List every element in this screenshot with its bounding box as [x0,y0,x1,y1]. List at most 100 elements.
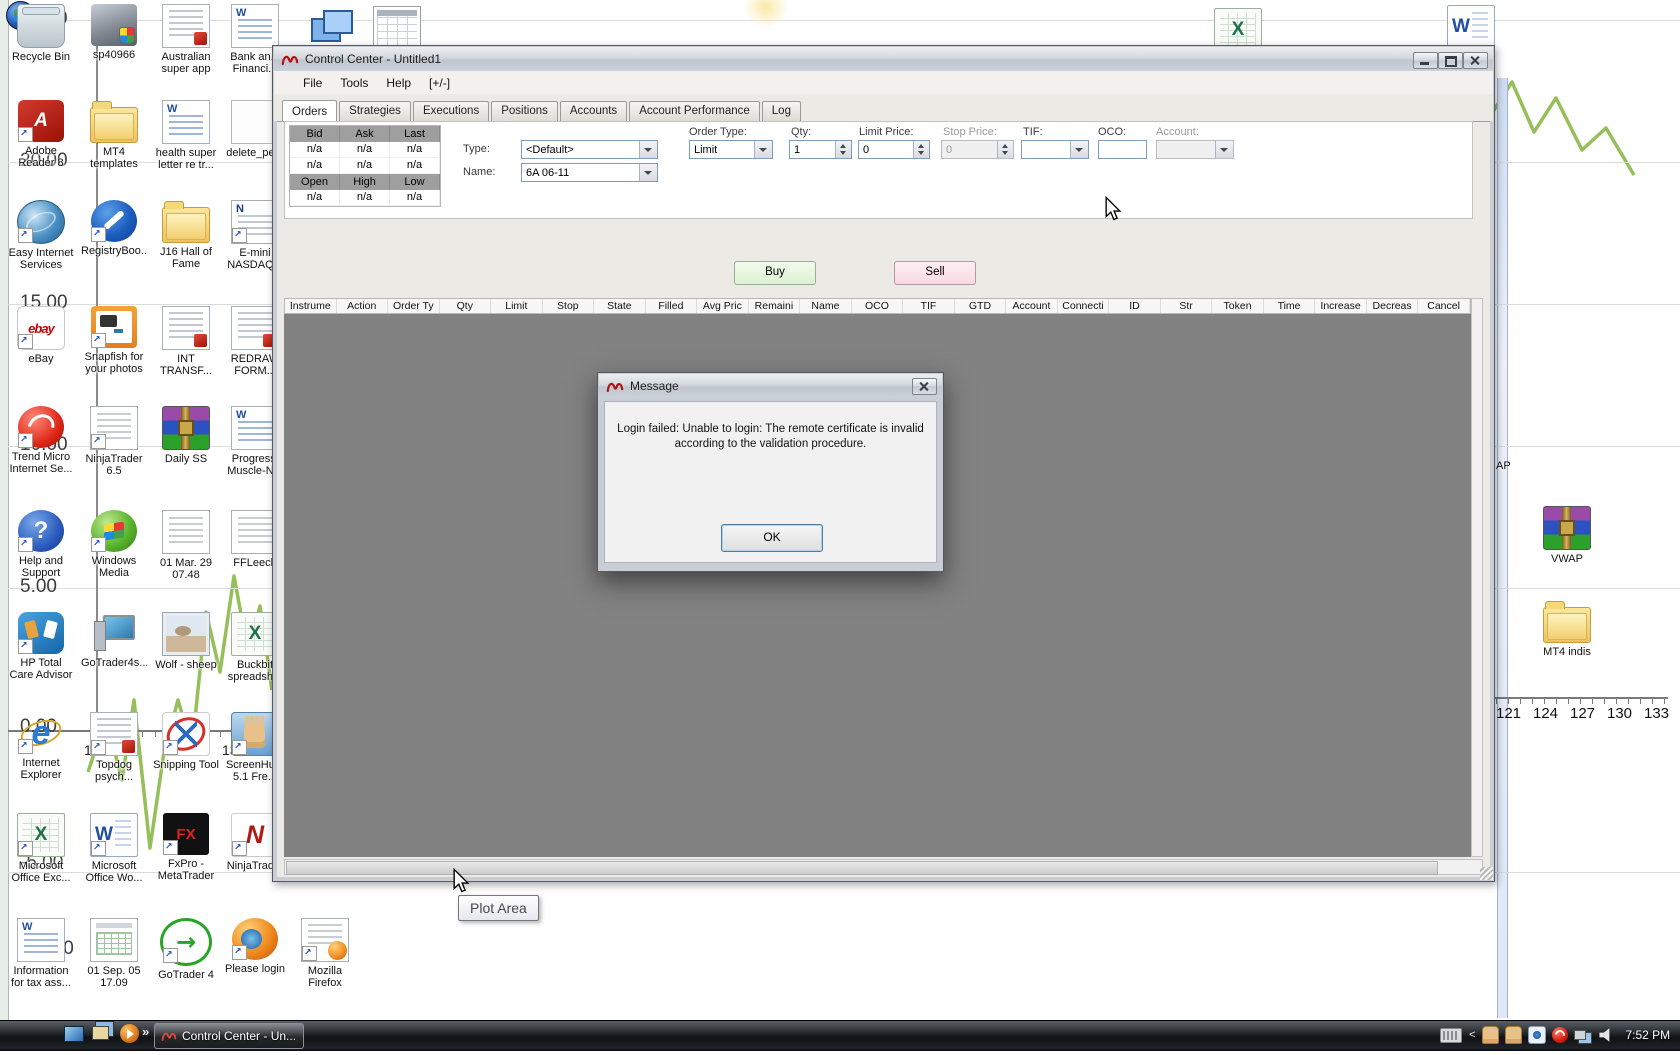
desktop-icon-01-mar-29-07-48[interactable]: 01 Mar. 29 07.48 [153,510,219,581]
column-header-remaini[interactable]: Remaini [749,299,801,313]
oco-input[interactable] [1098,140,1147,159]
column-header-connecti[interactable]: Connecti [1058,299,1110,313]
trend-micro-icon[interactable] [1552,1027,1569,1043]
tab-strategies[interactable]: Strategies [339,101,411,121]
spinner-arrows-icon[interactable] [913,141,929,158]
chevron-down-icon[interactable] [639,141,657,158]
overlapping-windows-icon[interactable] [298,8,364,50]
qty-stepper[interactable]: 1 [789,140,852,159]
spinner-arrows-icon[interactable] [835,141,851,158]
column-header-gtd[interactable]: GTD [955,299,1007,313]
desktop-icon-topdog-psych[interactable]: Topdog psych... [81,712,147,783]
column-header-filled[interactable]: Filled [646,299,698,313]
desktop-icon-vwap[interactable]: VWAP [1534,506,1600,565]
desktop-icon-gotrader4s[interactable]: GoTrader4s... [81,612,147,669]
desktop-icon-daily-ss[interactable]: Daily SS [153,406,219,465]
word-file-icon[interactable]: W [1438,5,1504,49]
tif-combo[interactable] [1021,140,1089,159]
column-header-stop[interactable]: Stop [543,299,595,313]
column-header-state[interactable]: State [594,299,646,313]
vertical-scrollbar[interactable] [1471,298,1483,857]
tab-orders[interactable]: Orders [282,100,338,122]
column-header-id[interactable]: ID [1109,299,1161,313]
chevron-down-icon[interactable] [1070,141,1088,158]
column-header-cancel[interactable]: Cancel [1418,299,1470,313]
desktop-icon-health-super-letter-re-tr[interactable]: Whealth super letter re tr... [153,100,219,171]
desktop-icon-mt4-templates[interactable]: MT4 templates [81,100,147,170]
column-header-decreas[interactable]: Decreas [1367,299,1419,313]
minimize-button[interactable] [1413,52,1438,69]
desktop-icon-recycle-bin[interactable]: Recycle Bin [8,4,74,63]
tab-executions[interactable]: Executions [412,101,490,121]
table-grid-icon[interactable] [364,6,430,50]
tab-positions[interactable]: Positions [491,101,558,121]
taskbar-button-control-center[interactable]: Control Center - Un... [154,1023,304,1049]
menu-[interactable]: [+/-] [420,73,459,93]
chevron-down-icon[interactable] [754,141,772,158]
desktop-icon-int-transf[interactable]: INT TRANSF... [153,306,219,377]
quicklaunch-overflow-chevron[interactable]: » [142,1024,149,1039]
desktop-icon-registryboo[interactable]: RegistryBoo... [81,200,147,257]
desktop-icon-fxpro-metatrader[interactable]: FX FxPro - MetaTrader [153,813,219,882]
dialog-close-button[interactable] [912,378,937,395]
column-header-tif[interactable]: TIF [903,299,955,313]
desktop-icon-windows-media-center[interactable]: Windows Media Center [81,510,147,580]
desktop-icon-easy-internet-services[interactable]: Easy Internet Services [8,200,74,271]
desktop-icon-01-sep-05-17-09[interactable]: 01 Sep. 05 17.09 [81,918,147,989]
type-combo[interactable]: <Default> [521,140,658,159]
menu-file[interactable]: File [294,73,331,93]
desktop-icon-please-login[interactable]: Please login [222,918,288,975]
window-switcher-icon[interactable] [92,1026,109,1040]
show-desktop-icon[interactable] [64,1026,84,1042]
keyboard-icon[interactable] [1440,1027,1462,1043]
network-icon[interactable] [1574,1028,1593,1043]
window-title-bar[interactable]: Control Center - Untitled1 [274,47,1493,71]
column-header-account[interactable]: Account [1006,299,1058,313]
maximize-button[interactable] [1438,52,1463,69]
clock[interactable]: 7:52 PM [1625,1028,1670,1042]
column-header-avg-pric[interactable]: Avg Pric [697,299,749,313]
photo-tool-icon[interactable] [1528,1026,1547,1044]
close-button[interactable] [1463,52,1488,69]
media-player-icon[interactable] [120,1024,139,1043]
desktop-icon-snapfish-for-your-photos[interactable]: Snapfish for your photos [81,306,147,375]
desktop-icon-wolf-sheep[interactable]: Wolf - sheep [153,612,219,671]
desktop-icon-microsoft-office-exc[interactable]: X Microsoft Office Exc... [8,813,74,884]
ok-button[interactable]: OK [721,524,823,552]
column-header-order-ty[interactable]: Order Ty [388,299,440,313]
column-header-time[interactable]: Time [1264,299,1316,313]
desktop-icon-ebay[interactable]: ebay eBay [8,306,74,365]
column-header-oco[interactable]: OCO [852,299,904,313]
sell-button[interactable]: Sell [894,261,976,285]
column-header-str[interactable]: Str [1161,299,1213,313]
tab-log[interactable]: Log [761,101,801,121]
tab-account-performance[interactable]: Account Performance [629,101,760,121]
hand-2-icon[interactable] [1505,1026,1523,1044]
desktop-icon-j16-hall-of-fame[interactable]: J16 Hall of Fame [153,200,219,270]
column-header-action[interactable]: Action [337,299,389,313]
menu-help[interactable]: Help [377,73,420,93]
chevron-down-icon[interactable] [639,164,657,181]
desktop-icon-gotrader-4[interactable]: → GoTrader 4 [153,918,219,981]
instrument-combo[interactable]: 6A 06-11 [521,163,658,182]
hand-1-icon[interactable] [1482,1026,1500,1044]
volume-icon[interactable] [1599,1028,1610,1042]
order-type-combo[interactable]: Limit [689,140,773,159]
desktop-icon-internet-explorer[interactable]: e Internet Explorer [8,712,74,781]
dialog-title-bar[interactable]: Message [599,374,942,398]
column-header-qty[interactable]: Qty [440,299,492,313]
buy-button[interactable]: Buy [734,261,816,285]
limit-price-stepper[interactable]: 0 [858,140,930,159]
tray-chevron-icon[interactable]: < [1468,1029,1476,1041]
column-header-instrume[interactable]: Instrume [285,299,337,313]
desktop-icon-ninjatrader-6-5[interactable]: NinjaTrader 6.5 [81,406,147,477]
desktop-icon-mt4-indis[interactable]: MT4 indis [1534,600,1600,658]
sun-glow[interactable] [733,0,799,28]
tab-accounts[interactable]: Accounts [559,101,628,121]
desktop-icon-help-and-support[interactable]: ? Help and Support [8,510,74,579]
column-header-name[interactable]: Name [800,299,852,313]
desktop-icon-snipping-tool[interactable]: Snipping Tool [153,712,219,771]
desktop-icon-adobe-reader-8[interactable]: A Adobe Reader 8 [8,100,74,169]
column-header-limit[interactable]: Limit [491,299,543,313]
column-header-increase[interactable]: Increase [1315,299,1367,313]
